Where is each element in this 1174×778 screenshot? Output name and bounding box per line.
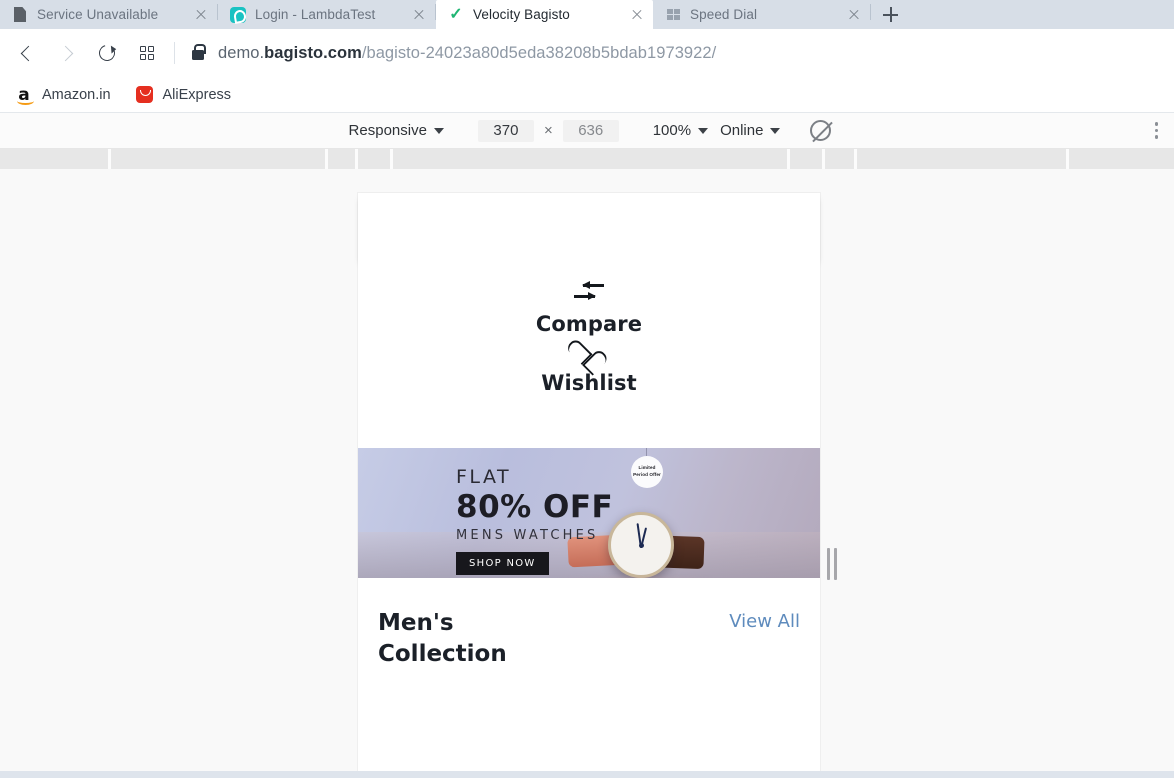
reload-button[interactable] bbox=[90, 36, 124, 70]
emulation-stage: Compare Wishlist FLAT 80% OFF MENS WATCH… bbox=[0, 169, 1174, 771]
banner-text-block: FLAT 80% OFF MENS WATCHES SHOP NOW bbox=[456, 466, 613, 575]
more-options-icon[interactable] bbox=[1154, 122, 1158, 139]
new-tab-button[interactable] bbox=[875, 0, 905, 29]
browser-tab-strip: Service Unavailable Login - LambdaTest ✓… bbox=[0, 0, 1174, 29]
close-tab-icon[interactable] bbox=[629, 7, 645, 23]
green-check-icon: ✓ bbox=[449, 5, 463, 23]
tab-title: Login - LambdaTest bbox=[255, 7, 376, 22]
emulated-viewport: Compare Wishlist FLAT 80% OFF MENS WATCH… bbox=[358, 193, 820, 771]
back-button[interactable] bbox=[10, 36, 44, 70]
browser-tab-0[interactable]: Service Unavailable bbox=[0, 0, 217, 29]
browser-tab-2-active[interactable]: ✓ Velocity Bagisto bbox=[436, 0, 653, 29]
address-bar[interactable]: demo.bagisto.com/bagisto-24023a80d5eda38… bbox=[218, 44, 716, 63]
menu-item-label: Compare bbox=[535, 312, 643, 336]
browser-navigation-bar: demo.bagisto.com/bagisto-24023a80d5eda38… bbox=[0, 29, 1174, 77]
rotate-device-icon[interactable] bbox=[810, 120, 832, 141]
close-tab-icon[interactable] bbox=[846, 7, 862, 23]
zoom-value: 100% bbox=[652, 122, 692, 139]
url-prefix: demo. bbox=[218, 43, 265, 62]
viewport-width-input[interactable]: 370 bbox=[477, 119, 534, 142]
browser-tab-1[interactable]: Login - LambdaTest bbox=[218, 0, 435, 29]
site-dropdown-menu: Compare Wishlist bbox=[358, 263, 820, 448]
dimension-separator: × bbox=[543, 122, 553, 139]
tab-title: Velocity Bagisto bbox=[473, 7, 570, 22]
close-tab-icon[interactable] bbox=[193, 7, 209, 23]
bookmark-label: AliExpress bbox=[162, 86, 232, 103]
amazon-icon: a bbox=[17, 84, 35, 105]
apps-grid-icon[interactable] bbox=[130, 36, 164, 70]
heart-icon bbox=[358, 340, 820, 364]
close-tab-icon[interactable] bbox=[411, 7, 427, 23]
aliexpress-icon bbox=[135, 85, 155, 105]
throttling-select[interactable]: Online bbox=[714, 120, 786, 141]
device-preset-ruler[interactable] bbox=[0, 149, 1174, 169]
viewport-height-input[interactable]: 636 bbox=[562, 119, 619, 142]
chevron-down-icon bbox=[433, 127, 444, 134]
limited-offer-badge: Limited Period Offer bbox=[631, 448, 663, 488]
mens-collection-section: Men's Collection View All bbox=[358, 578, 820, 669]
section-title: Men's Collection bbox=[378, 610, 507, 667]
nav-divider bbox=[174, 42, 175, 64]
url-domain: bagisto.com bbox=[264, 43, 362, 62]
banner-category: MENS WATCHES bbox=[456, 528, 599, 543]
bookmark-aliexpress[interactable]: AliExpress bbox=[135, 85, 232, 105]
bookmarks-bar: a Amazon.in AliExpress bbox=[0, 77, 1174, 113]
viewport-resize-handle[interactable] bbox=[825, 544, 839, 584]
lambdatest-icon bbox=[230, 6, 246, 23]
throttling-value: Online bbox=[720, 122, 764, 139]
lock-icon[interactable] bbox=[184, 44, 212, 60]
tab-divider bbox=[870, 3, 871, 20]
bookmark-label: Amazon.in bbox=[42, 86, 111, 103]
menu-item-label: Wishlist bbox=[541, 371, 637, 395]
banner-flat-label: FLAT bbox=[456, 466, 512, 488]
menu-item-compare[interactable]: Compare bbox=[358, 281, 820, 336]
view-all-link[interactable]: View All bbox=[729, 611, 800, 632]
tab-title: Service Unavailable bbox=[37, 7, 159, 22]
chevron-down-icon bbox=[698, 127, 709, 134]
chevron-down-icon bbox=[770, 127, 781, 134]
grid-icon bbox=[665, 7, 681, 23]
device-preset-value: Responsive bbox=[348, 122, 427, 139]
site-header bbox=[358, 193, 820, 263]
browser-tab-3[interactable]: Speed Dial bbox=[653, 0, 870, 29]
url-path: /bagisto-24023a80d5eda38208b5bdab1973922… bbox=[361, 43, 717, 62]
device-preset-select[interactable]: Responsive bbox=[343, 120, 450, 141]
banner-discount: 80% OFF bbox=[456, 489, 614, 525]
tab-title: Speed Dial bbox=[690, 7, 758, 22]
compare-arrows-icon bbox=[358, 281, 820, 305]
device-emulation-toolbar: Responsive 370 × 636 100% Online bbox=[0, 113, 1174, 149]
menu-item-wishlist[interactable]: Wishlist bbox=[358, 340, 820, 395]
promo-banner[interactable]: FLAT 80% OFF MENS WATCHES SHOP NOW Limit… bbox=[358, 448, 820, 578]
document-icon bbox=[12, 7, 28, 23]
bookmark-amazon[interactable]: a Amazon.in bbox=[14, 85, 111, 105]
shop-now-button[interactable]: SHOP NOW bbox=[456, 552, 549, 575]
zoom-select[interactable]: 100% bbox=[647, 120, 714, 141]
forward-button[interactable] bbox=[50, 36, 84, 70]
